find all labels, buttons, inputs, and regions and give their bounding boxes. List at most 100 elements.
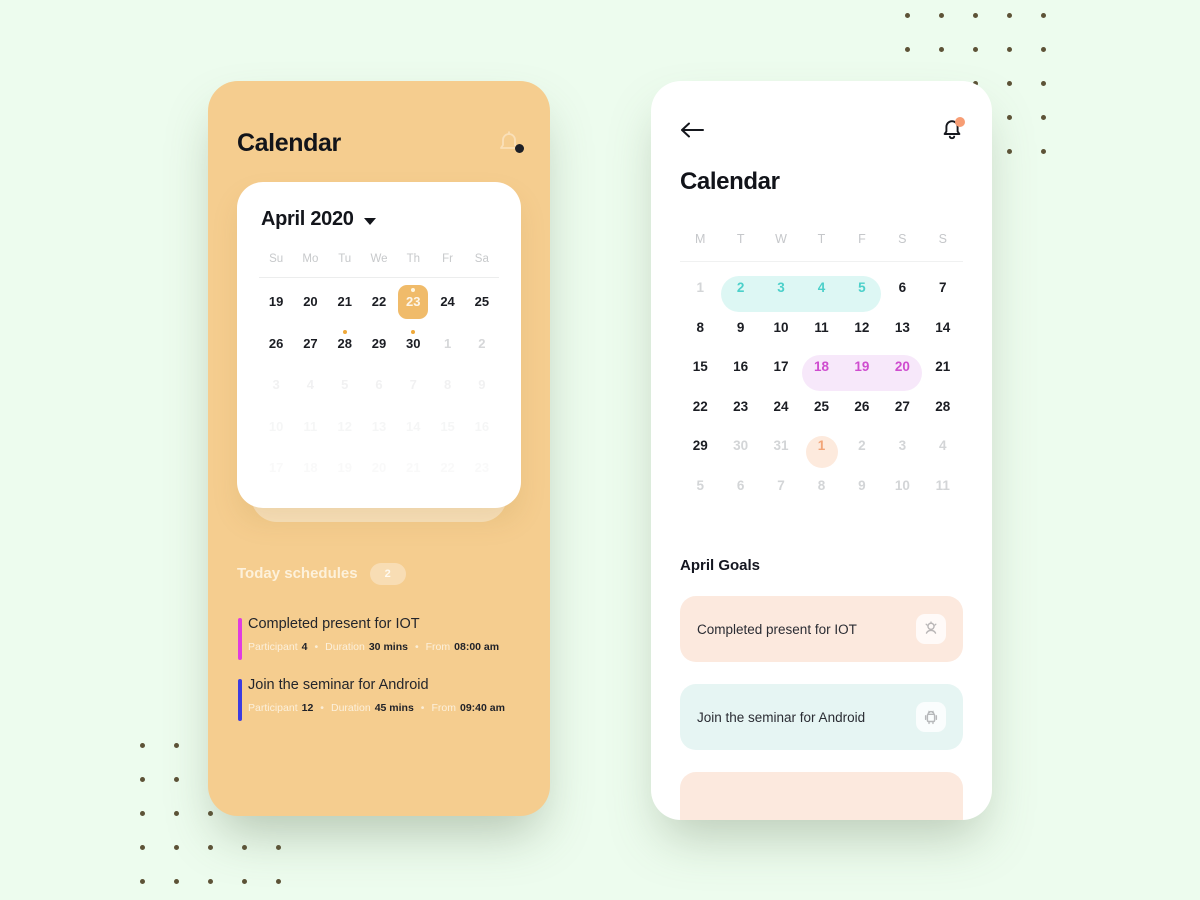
calendar-day[interactable]: 1 bbox=[801, 426, 841, 466]
weekday-label-3: We bbox=[370, 253, 388, 265]
android-robot-icon[interactable] bbox=[916, 702, 946, 732]
calendar-day[interactable]: 25 bbox=[801, 387, 841, 427]
calendar-day[interactable]: 6 bbox=[362, 367, 396, 403]
chevron-down-icon[interactable] bbox=[363, 217, 376, 225]
day-number: 13 bbox=[371, 418, 387, 434]
calendar-day[interactable]: 2 bbox=[465, 326, 499, 362]
calendar-day[interactable]: 11 bbox=[293, 409, 327, 445]
calendar-day[interactable]: 8 bbox=[430, 367, 464, 403]
goal-card[interactable] bbox=[680, 772, 963, 820]
calendar-day[interactable]: 21 bbox=[328, 284, 362, 320]
background-dot bbox=[159, 796, 193, 830]
calendar-day[interactable]: 19 bbox=[259, 284, 293, 320]
calendar-day[interactable]: 21 bbox=[396, 450, 430, 486]
calendar-day[interactable]: 19 bbox=[842, 347, 882, 387]
calendar-day[interactable]: 23 bbox=[720, 387, 760, 427]
calendar-day[interactable]: 15 bbox=[680, 347, 720, 387]
calendar-day[interactable]: 20 bbox=[882, 347, 922, 387]
calendar-day[interactable]: 12 bbox=[842, 308, 882, 348]
calendar-day-selected[interactable]: 23 bbox=[396, 284, 430, 320]
month-selector[interactable]: April 2020 bbox=[259, 208, 499, 231]
calendar-day[interactable]: 10 bbox=[761, 308, 801, 348]
calendar-day[interactable]: 13 bbox=[362, 409, 396, 445]
calendar-day[interactable]: 30 bbox=[396, 326, 430, 362]
calendar-day[interactable]: 6 bbox=[720, 466, 760, 506]
calendar-week-row: 10 11 12 13 14 15 16 bbox=[259, 409, 499, 445]
calendar-day[interactable]: 24 bbox=[430, 284, 464, 320]
calendar-day[interactable]: 4 bbox=[293, 367, 327, 403]
calendar-day[interactable]: 29 bbox=[680, 426, 720, 466]
calendar-day[interactable]: 7 bbox=[761, 466, 801, 506]
calendar-day[interactable]: 28 bbox=[328, 326, 362, 362]
calendar-day[interactable]: 25 bbox=[465, 284, 499, 320]
calendar-day[interactable]: 5 bbox=[328, 367, 362, 403]
calendar-day[interactable]: 16 bbox=[465, 409, 499, 445]
calendar-day[interactable]: 3 bbox=[761, 268, 801, 308]
day-number: 17 bbox=[268, 460, 284, 476]
calendar-day[interactable]: 2 bbox=[842, 426, 882, 466]
calendar-day[interactable]: 7 bbox=[396, 367, 430, 403]
calendar-day[interactable]: 30 bbox=[720, 426, 760, 466]
calendar-day[interactable]: 24 bbox=[761, 387, 801, 427]
calendar-day[interactable]: 1 bbox=[430, 326, 464, 362]
calendar-day[interactable]: 27 bbox=[882, 387, 922, 427]
schedule-from-label: From bbox=[431, 701, 456, 714]
schedule-item[interactable]: Completed present for IOT Participant 4 • Du… bbox=[208, 616, 550, 660]
calendar-day[interactable]: 22 bbox=[362, 284, 396, 320]
calendar-day[interactable]: 14 bbox=[396, 409, 430, 445]
calendar-day[interactable]: 9 bbox=[842, 466, 882, 506]
calendar-day[interactable]: 3 bbox=[259, 367, 293, 403]
calendar-day[interactable]: 11 bbox=[801, 308, 841, 348]
calendar-day[interactable]: 13 bbox=[882, 308, 922, 348]
iot-chip-icon[interactable] bbox=[916, 614, 946, 644]
calendar-day[interactable]: 31 bbox=[761, 426, 801, 466]
calendar-day[interactable]: 17 bbox=[259, 450, 293, 486]
calendar-day[interactable]: 11 bbox=[923, 466, 963, 506]
calendar-day[interactable]: 18 bbox=[801, 347, 841, 387]
calendar-day[interactable]: 9 bbox=[720, 308, 760, 348]
calendar-day[interactable]: 8 bbox=[680, 308, 720, 348]
calendar-day[interactable]: 17 bbox=[761, 347, 801, 387]
calendar-day[interactable]: 1 bbox=[680, 268, 720, 308]
calendar-day[interactable]: 23 bbox=[465, 450, 499, 486]
calendar-day[interactable]: 15 bbox=[430, 409, 464, 445]
calendar-day[interactable]: 3 bbox=[882, 426, 922, 466]
calendar-day[interactable]: 12 bbox=[328, 409, 362, 445]
calendar-day[interactable]: 4 bbox=[923, 426, 963, 466]
goal-card[interactable]: Completed present for IOT bbox=[680, 596, 963, 662]
calendar-day[interactable]: 7 bbox=[923, 268, 963, 308]
background-dot bbox=[1026, 66, 1060, 100]
calendar-day[interactable]: 27 bbox=[293, 326, 327, 362]
calendar-day[interactable]: 20 bbox=[293, 284, 327, 320]
calendar-day[interactable]: 10 bbox=[259, 409, 293, 445]
bell-icon[interactable] bbox=[941, 117, 965, 142]
calendar-day[interactable]: 22 bbox=[680, 387, 720, 427]
calendar-day[interactable]: 6 bbox=[882, 268, 922, 308]
goal-card[interactable]: Join the seminar for Android bbox=[680, 684, 963, 750]
calendar-day[interactable]: 5 bbox=[680, 466, 720, 506]
calendar-day[interactable]: 20 bbox=[362, 450, 396, 486]
calendar-day[interactable]: 10 bbox=[882, 466, 922, 506]
schedule-name: Join the seminar for Android bbox=[248, 676, 429, 693]
calendar-day[interactable]: 21 bbox=[923, 347, 963, 387]
calendar-day[interactable]: 18 bbox=[293, 450, 327, 486]
calendar-day[interactable]: 26 bbox=[259, 326, 293, 362]
calendar-day[interactable]: 22 bbox=[430, 450, 464, 486]
bell-icon[interactable] bbox=[497, 130, 524, 157]
calendar-day[interactable]: 28 bbox=[923, 387, 963, 427]
calendar-day[interactable]: 4 bbox=[801, 268, 841, 308]
weekday-label-0: Su bbox=[269, 253, 284, 265]
calendar-day[interactable]: 8 bbox=[801, 466, 841, 506]
calendar-day[interactable]: 9 bbox=[465, 367, 499, 403]
day-number: 26 bbox=[268, 335, 284, 351]
schedule-item[interactable]: Join the seminar for Android Participant 1… bbox=[208, 676, 550, 721]
arrow-left-icon[interactable] bbox=[680, 121, 706, 139]
calendar-day[interactable]: 26 bbox=[842, 387, 882, 427]
calendar-day[interactable]: 19 bbox=[328, 450, 362, 486]
calendar-day[interactable]: 29 bbox=[362, 326, 396, 362]
calendar-day[interactable]: 2 bbox=[720, 268, 760, 308]
background-dot bbox=[261, 830, 295, 864]
calendar-day[interactable]: 16 bbox=[720, 347, 760, 387]
calendar-day[interactable]: 5 bbox=[842, 268, 882, 308]
calendar-day[interactable]: 14 bbox=[923, 308, 963, 348]
